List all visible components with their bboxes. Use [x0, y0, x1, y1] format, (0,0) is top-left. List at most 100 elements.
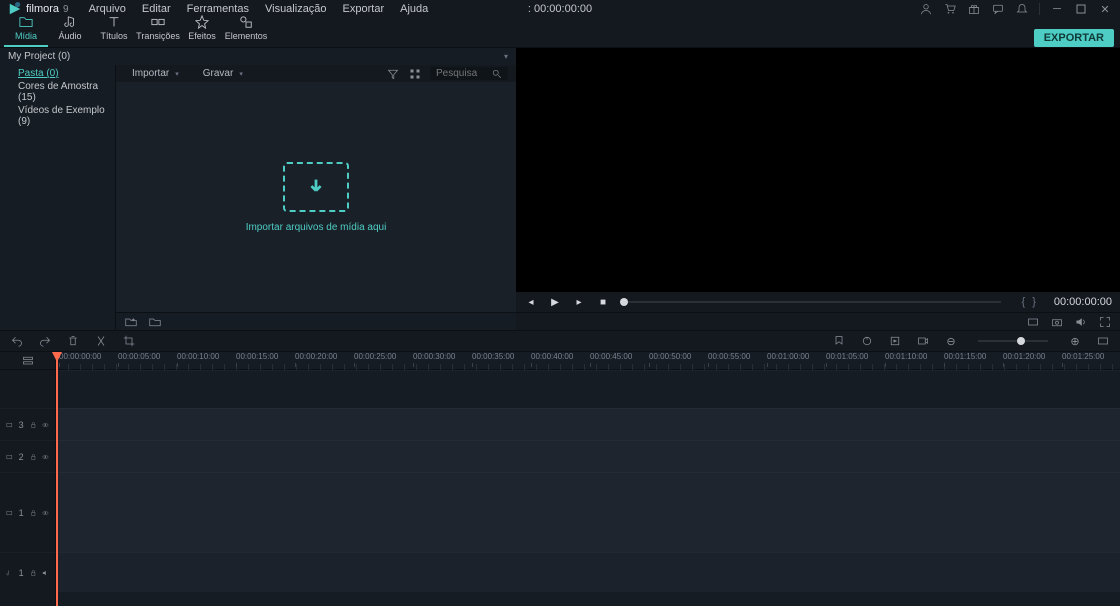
- notification-icon[interactable]: [1015, 2, 1029, 16]
- track-headers: 3 2 1 1: [0, 352, 56, 606]
- folder-icon: [19, 15, 33, 29]
- tree-item-videos[interactable]: Vídeos de Exemplo (9): [18, 104, 115, 128]
- media-library: My Project (0) ▾ Pasta (0) Cores de Amos…: [0, 48, 516, 330]
- playback-progress[interactable]: [620, 301, 1001, 303]
- video-track-header-3[interactable]: 3: [0, 408, 55, 440]
- tree-item-pasta[interactable]: Pasta (0): [18, 67, 115, 80]
- play-button[interactable]: ▶: [548, 295, 562, 309]
- ruler-tick: 00:01:10:00: [885, 352, 927, 367]
- ruler-tick: 00:00:10:00: [177, 352, 219, 367]
- message-icon[interactable]: [991, 2, 1005, 16]
- video-track-header-1[interactable]: 1: [0, 472, 55, 552]
- tab-elementos[interactable]: Elementos: [224, 13, 268, 47]
- undo-button[interactable]: [10, 334, 24, 348]
- close-icon[interactable]: ✕: [1098, 2, 1112, 16]
- zoom-out-button[interactable]: ⊖: [944, 334, 958, 348]
- menu-visualizacao[interactable]: Visualização: [257, 3, 335, 15]
- video-track-1-lane[interactable]: [56, 472, 1120, 552]
- mark-in-out-brackets[interactable]: { }: [1021, 296, 1037, 308]
- minimize-icon[interactable]: ─: [1050, 2, 1064, 16]
- filter-icon[interactable]: [386, 67, 400, 81]
- gift-icon[interactable]: [967, 2, 981, 16]
- ruler-tick: 00:00:00:00: [59, 352, 101, 367]
- music-note-icon: [63, 15, 77, 29]
- tab-efeitos[interactable]: Efeitos: [180, 13, 224, 47]
- stop-button[interactable]: ■: [596, 295, 610, 309]
- video-track-2-lane[interactable]: [56, 440, 1120, 472]
- project-name: My Project (0): [8, 51, 70, 62]
- video-preview[interactable]: [516, 48, 1120, 292]
- cart-icon[interactable]: [943, 2, 957, 16]
- zoom-in-button[interactable]: ⊕: [1068, 334, 1082, 348]
- playhead[interactable]: [56, 352, 58, 606]
- eye-icon[interactable]: [42, 508, 49, 518]
- tab-midia[interactable]: Mídia: [4, 13, 48, 47]
- ruler-tick: 00:00:55:00: [708, 352, 750, 367]
- drop-text: Importar arquivos de mídia aqui: [246, 222, 387, 233]
- preview-quality-icon[interactable]: [1026, 315, 1040, 329]
- mixer-icon[interactable]: [860, 334, 874, 348]
- edit-toolbar: ⊖ ⊕: [0, 330, 1120, 352]
- menu-ajuda[interactable]: Ajuda: [392, 3, 436, 15]
- render-icon[interactable]: [888, 334, 902, 348]
- audio-track-1-lane[interactable]: [56, 552, 1120, 592]
- lock-icon[interactable]: [30, 452, 37, 462]
- import-dropdown[interactable]: Importar▾: [124, 68, 187, 79]
- workspace: My Project (0) ▾ Pasta (0) Cores de Amos…: [0, 48, 1120, 330]
- search-box[interactable]: [430, 67, 508, 80]
- video-track-3-lane[interactable]: [56, 408, 1120, 440]
- search-input[interactable]: [436, 68, 486, 79]
- split-button[interactable]: [94, 334, 108, 348]
- delete-button[interactable]: [66, 334, 80, 348]
- audio-track-header-1[interactable]: 1: [0, 552, 55, 592]
- redo-button[interactable]: [38, 334, 52, 348]
- zoom-fit-button[interactable]: [1096, 334, 1110, 348]
- next-frame-button[interactable]: ▸: [572, 295, 586, 309]
- progress-thumb[interactable]: [620, 298, 628, 306]
- ruler-tick: 00:00:50:00: [649, 352, 691, 367]
- lock-icon[interactable]: [30, 420, 37, 430]
- tree-item-cores[interactable]: Cores de Amostra (15): [18, 80, 115, 104]
- grid-view-icon[interactable]: [408, 67, 422, 81]
- prev-frame-button[interactable]: ◂: [524, 295, 538, 309]
- marker-icon[interactable]: [832, 334, 846, 348]
- volume-icon[interactable]: [1074, 315, 1088, 329]
- project-header[interactable]: My Project (0) ▾: [0, 48, 516, 65]
- tab-label: Áudio: [58, 31, 81, 41]
- tab-audio[interactable]: Áudio: [48, 13, 92, 47]
- audio-track-icon: [6, 568, 13, 578]
- fullscreen-icon[interactable]: [1098, 315, 1112, 329]
- timeline-ruler[interactable]: 00:00:00:0000:00:05:0000:00:10:0000:00:1…: [56, 352, 1120, 370]
- eye-icon[interactable]: [42, 420, 49, 430]
- maximize-icon[interactable]: [1074, 2, 1088, 16]
- effects-icon: [195, 15, 209, 29]
- lock-icon[interactable]: [30, 568, 37, 578]
- zoom-knob[interactable]: [1017, 337, 1025, 345]
- ruler-tick: 00:00:40:00: [531, 352, 573, 367]
- drop-folder-icon: [283, 162, 349, 212]
- account-icon[interactable]: [919, 2, 933, 16]
- lock-icon[interactable]: [30, 508, 37, 518]
- top-timecode: : 00:00:00:00: [528, 3, 592, 15]
- record-dropdown[interactable]: Gravar▾: [195, 68, 251, 79]
- recorder-icon[interactable]: [916, 334, 930, 348]
- export-button[interactable]: EXPORTAR: [1034, 29, 1114, 47]
- project-tree: Pasta (0) Cores de Amostra (15) Vídeos d…: [0, 65, 115, 130]
- new-folder-icon[interactable]: [124, 315, 138, 329]
- tab-transicoes[interactable]: Transições: [136, 13, 180, 47]
- mute-icon[interactable]: [42, 568, 49, 578]
- media-panel: Importar▾ Gravar▾ Importar arquivos de m…: [116, 65, 516, 330]
- media-drop-zone[interactable]: Importar arquivos de mídia aqui: [116, 82, 516, 312]
- manage-tracks-button[interactable]: [0, 352, 55, 370]
- video-track-icon: [6, 508, 13, 518]
- menu-exportar[interactable]: Exportar: [335, 3, 393, 15]
- eye-icon[interactable]: [42, 452, 49, 462]
- ruler-tick: 00:01:00:00: [767, 352, 809, 367]
- timeline-body[interactable]: 00:00:00:0000:00:05:0000:00:10:0000:00:1…: [56, 352, 1120, 606]
- zoom-slider[interactable]: [978, 340, 1048, 342]
- video-track-header-2[interactable]: 2: [0, 440, 55, 472]
- snapshot-icon[interactable]: [1050, 315, 1064, 329]
- tab-titulos[interactable]: Títulos: [92, 13, 136, 47]
- folder-icon[interactable]: [148, 315, 162, 329]
- crop-button[interactable]: [122, 334, 136, 348]
